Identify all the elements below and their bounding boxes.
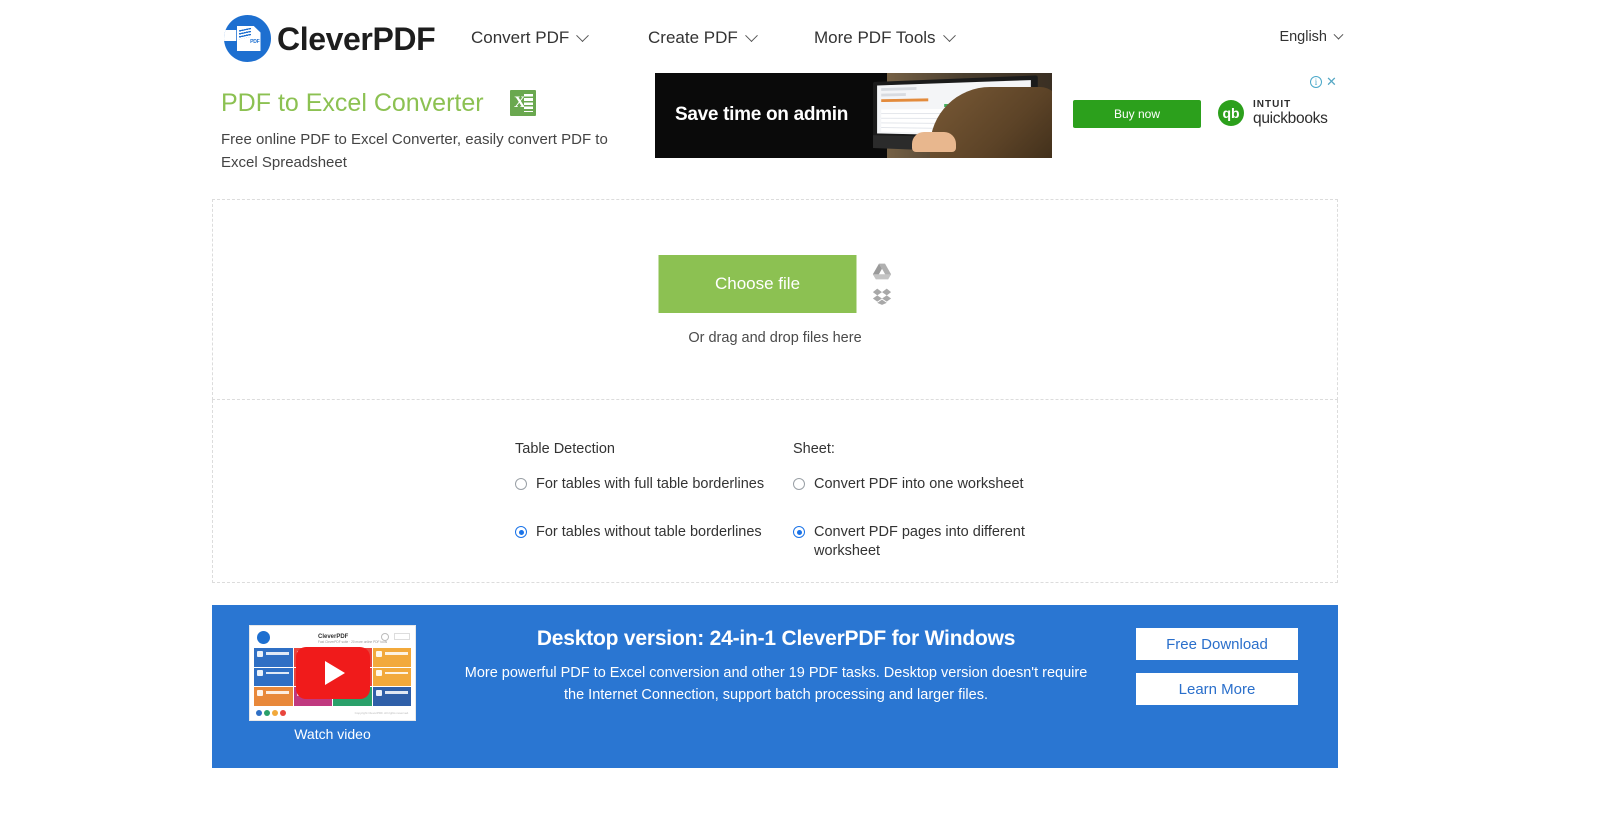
search-icon — [381, 633, 389, 641]
chevron-down-icon — [576, 28, 590, 42]
banner-title: Desktop version: 24-in-1 CleverPDF for W… — [536, 627, 1016, 650]
advertisement[interactable]: Save time on admin Buy now qb INTUIT qui… — [655, 73, 1340, 158]
file-drop-zone[interactable]: Choose file Or drag and drop files here — [212, 199, 1338, 400]
thumb-copyright: Copyright CleverPDF. All rights reserved… — [354, 711, 409, 715]
nav-item-more-pdf-tools[interactable]: More PDF Tools — [814, 28, 956, 48]
excel-file-icon: X — [510, 90, 537, 116]
nav-item-convert-pdf[interactable]: Convert PDF — [471, 28, 590, 48]
drag-drop-hint: Or drag and drop files here — [688, 330, 862, 346]
ad-info-icon[interactable]: i — [1310, 76, 1322, 88]
thumb-footer: Copyright CleverPDF. All rights reserved… — [250, 706, 415, 720]
radio-tables-without-borderlines[interactable]: For tables without table borderlines — [515, 523, 785, 542]
radio-tables-with-borderlines[interactable]: For tables with full table borderlines — [515, 475, 785, 494]
radio-label: Convert PDF into one worksheet — [814, 476, 1024, 492]
sheet-heading: Sheet: — [793, 441, 835, 457]
language-label: English — [1279, 29, 1327, 45]
radio-icon-selected[interactable] — [793, 526, 805, 539]
banner-description: More powerful PDF to Excel conversion an… — [464, 665, 1088, 704]
ad-brand-bottom: quickbooks — [1253, 109, 1328, 127]
radio-icon-selected[interactable] — [515, 526, 527, 539]
choose-file-row: Choose file — [658, 255, 892, 313]
ad-image[interactable]: Save time on admin — [655, 73, 1052, 158]
ad-brand: qb INTUIT quickbooks — [1218, 99, 1328, 127]
radio-label: For tables with full table borderlines — [536, 476, 765, 492]
tool-header: PDF to Excel Converter X Free online PDF… — [221, 90, 651, 174]
banner-copy: Desktop version: 24-in-1 CleverPDF for W… — [456, 627, 1096, 707]
thumb-logo-icon — [257, 630, 270, 644]
learn-more-button[interactable]: Learn More — [1136, 673, 1298, 705]
ad-headline: Save time on admin — [675, 104, 849, 125]
nav-item-create-pdf[interactable]: Create PDF — [648, 28, 758, 48]
conversion-options: Table Detection For tables with full tab… — [212, 400, 1338, 583]
watch-video-thumbnail[interactable]: CleverPDF Fast CleverPDF suite · 20 more… — [249, 625, 416, 721]
table-detection-heading: Table Detection — [515, 441, 615, 457]
nav-label: Convert PDF — [471, 28, 570, 47]
nav-label: Create PDF — [648, 28, 738, 47]
desktop-promo-banner: CleverPDF Fast CleverPDF suite · 20 more… — [212, 605, 1338, 768]
sheet-group: Sheet: Convert PDF into one worksheet Co… — [793, 441, 1053, 590]
language-selector[interactable]: English — [1279, 29, 1344, 45]
ad-close-icon[interactable]: ✕ — [1325, 75, 1338, 88]
ad-brand-top: INTUIT — [1253, 99, 1292, 110]
chevron-down-icon — [942, 28, 956, 42]
radio-icon[interactable] — [515, 478, 527, 490]
radio-one-worksheet[interactable]: Convert PDF into one worksheet — [793, 475, 1053, 494]
nav-label: More PDF Tools — [814, 28, 936, 47]
menu-icon — [394, 633, 410, 640]
thumb-app-header: CleverPDF Fast CleverPDF suite · 20 more… — [250, 626, 415, 648]
cloud-import-icons — [872, 263, 892, 305]
page-title: PDF to Excel Converter — [221, 88, 484, 117]
radio-label: For tables without table borderlines — [536, 524, 762, 541]
watch-video-label[interactable]: Watch video — [249, 726, 416, 742]
table-detection-group: Table Detection For tables with full tab… — [515, 441, 785, 571]
ad-buy-now-button[interactable]: Buy now — [1073, 100, 1201, 128]
quickbooks-icon: qb — [1218, 100, 1244, 127]
chevron-down-icon — [744, 28, 758, 42]
chevron-down-icon — [1333, 29, 1344, 40]
main-nav: Convert PDF Create PDF More PDF Tools — [0, 28, 1600, 58]
radio-label: Convert PDF pages into different workshe… — [814, 524, 1025, 560]
site-header: PDF CleverPDF Convert PDF Create PDF Mor… — [0, 0, 1600, 78]
tool-subtitle: Free online PDF to Excel Converter, easi… — [221, 131, 608, 171]
free-download-button[interactable]: Free Download — [1136, 628, 1298, 660]
google-drive-icon[interactable] — [872, 263, 892, 280]
radio-different-worksheet[interactable]: Convert PDF pages into different workshe… — [793, 523, 1053, 561]
banner-actions: Free Download Learn More — [1136, 628, 1298, 705]
play-button-icon[interactable] — [295, 647, 370, 699]
radio-icon[interactable] — [793, 478, 805, 490]
ad-hand-graphic — [912, 132, 956, 152]
dropbox-icon[interactable] — [872, 288, 892, 305]
choose-file-button[interactable]: Choose file — [658, 255, 857, 313]
thumb-app-sub: Fast CleverPDF suite · 20 more online PD… — [318, 640, 388, 644]
page-root: PDF CleverPDF Convert PDF Create PDF Mor… — [0, 0, 1600, 837]
